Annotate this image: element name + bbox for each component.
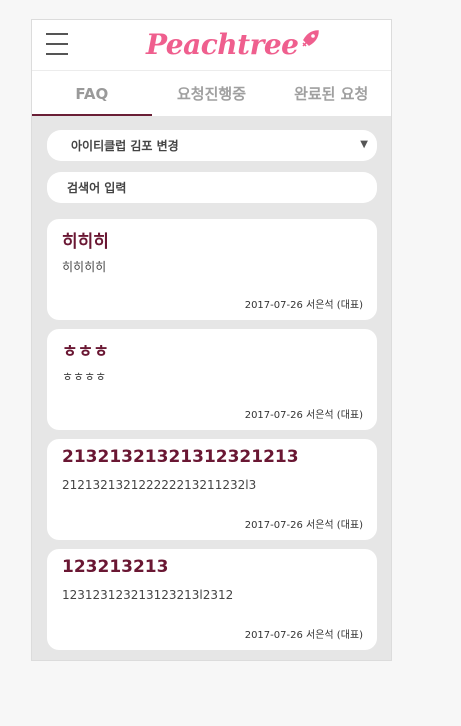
tab-bar: FAQ 요청진행중 완료된 요청	[32, 70, 391, 116]
category-select[interactable]: 아이티클럽 김포 변경 ▼	[47, 130, 377, 161]
post-date: 2017-07-26	[244, 520, 303, 531]
post-card[interactable]: 21321321321312321213 2121321321222222132…	[47, 439, 377, 540]
post-title: 히히히	[62, 232, 109, 252]
post-body: ㅎㅎㅎㅎ	[62, 370, 107, 384]
post-author: 서은석 (대표)	[306, 630, 363, 641]
post-card[interactable]: ㅎㅎㅎ ㅎㅎㅎㅎ 2017-07-26 서은석 (대표)	[47, 329, 377, 430]
post-date: 2017-07-26	[244, 410, 303, 421]
dropdown-arrow-icon: ▼	[360, 139, 368, 150]
post-title: 123213213	[62, 557, 169, 577]
post-body: 히히히히	[62, 260, 107, 274]
post-author: 서은석 (대표)	[306, 520, 363, 531]
tab-completed[interactable]: 완료된 요청	[271, 71, 391, 116]
post-date: 2017-07-26	[244, 300, 303, 311]
post-meta: 2017-07-26 서은석 (대표)	[245, 516, 363, 531]
tab-in-progress[interactable]: 요청진행중	[152, 71, 272, 116]
post-meta: 2017-07-26 서은석 (대표)	[245, 296, 363, 311]
post-title: 21321321321312321213	[62, 447, 299, 467]
post-card[interactable]: 123213213 123123123213123213l2312 2017-0…	[47, 549, 377, 650]
post-card[interactable]: 히히히 히히히히 2017-07-26 서은석 (대표)	[47, 219, 377, 320]
hamburger-menu-icon[interactable]	[46, 33, 68, 55]
post-author: 서은석 (대표)	[306, 410, 363, 421]
post-meta: 2017-07-26 서은석 (대표)	[245, 406, 363, 421]
header: Peachtree	[32, 20, 391, 70]
app-frame: Peachtree FAQ 요청진행중 완료된 요청 아이티클럽 김포 변경 ▼…	[31, 19, 392, 661]
brand-logo[interactable]: Peachtree	[146, 24, 320, 64]
logo-text: Peachtree	[146, 27, 299, 61]
rocket-icon	[302, 30, 320, 47]
post-date: 2017-07-26	[244, 630, 303, 641]
post-body: 123123123213123213l2312	[62, 588, 234, 602]
post-meta: 2017-07-26 서은석 (대표)	[245, 626, 363, 641]
tab-faq[interactable]: FAQ	[32, 71, 152, 116]
post-title: ㅎㅎㅎ	[62, 342, 109, 362]
category-select-value: 아이티클럽 김포 변경	[71, 139, 179, 153]
post-body: 212132132122222213211232l3	[62, 478, 257, 492]
post-author: 서은석 (대표)	[306, 300, 363, 311]
search-input[interactable]	[47, 172, 377, 203]
